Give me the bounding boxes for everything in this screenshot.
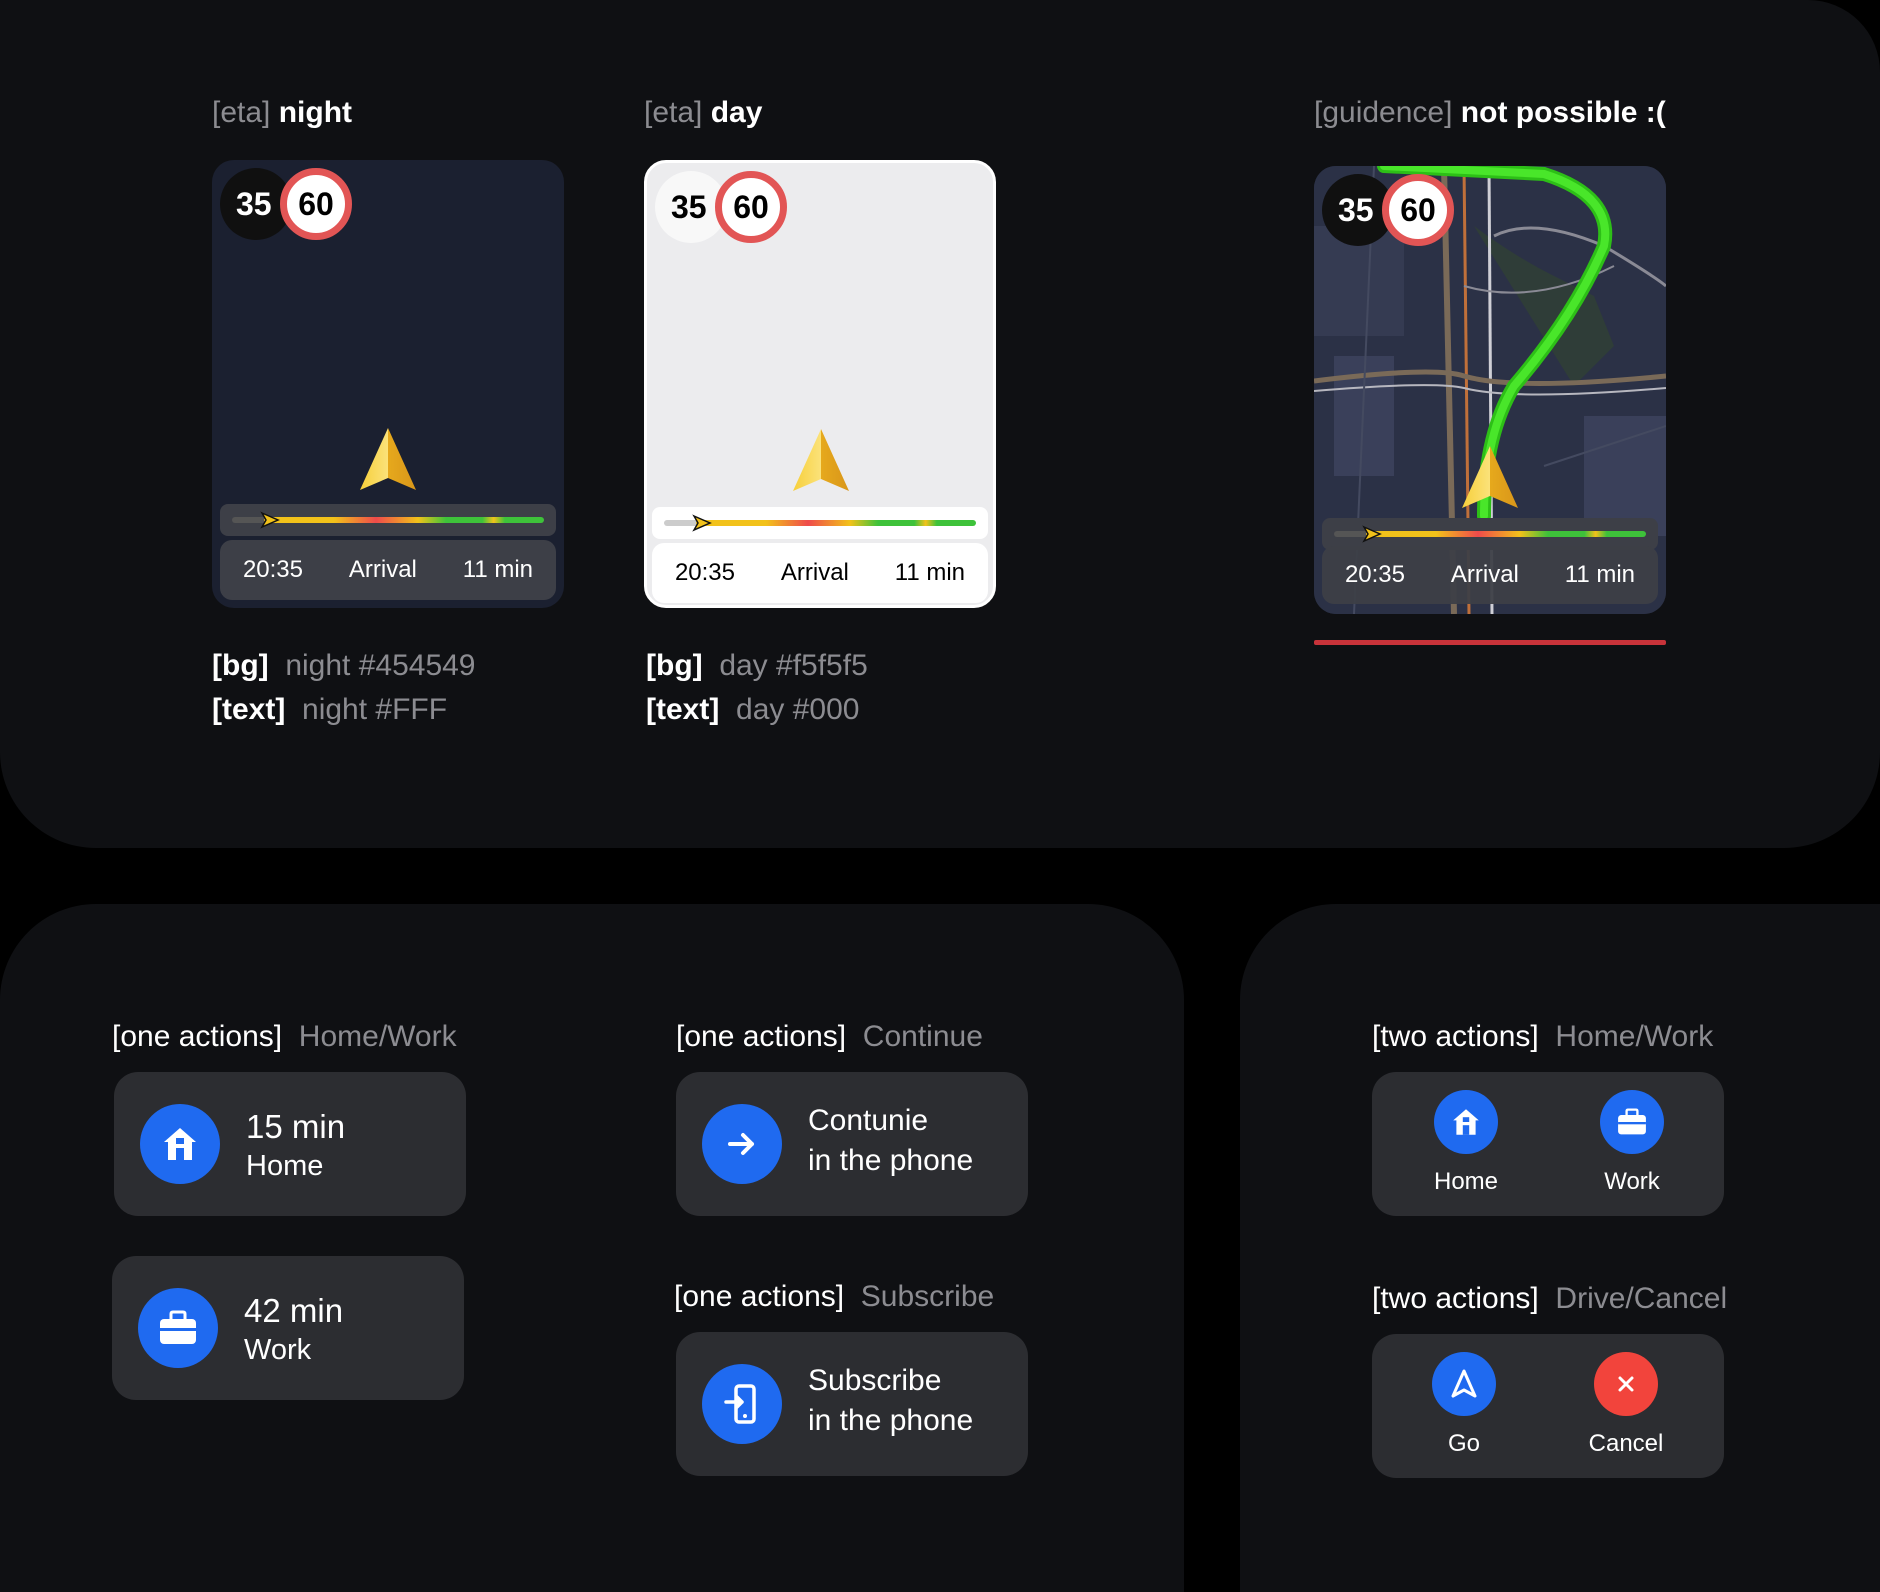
eta-day-card: 35 60 20:35 Arrival 11 min xyxy=(644,160,996,608)
guidance-caption: [guidence] not possible :( xyxy=(1314,96,1666,129)
car-marker-icon xyxy=(1362,525,1382,543)
one-actions-continue-caption: [one actions] Continue xyxy=(676,1020,983,1053)
close-icon xyxy=(1594,1352,1658,1416)
arrow-right-icon xyxy=(702,1104,782,1184)
one-actions-subscribe-caption: [one actions] Subscribe xyxy=(674,1280,995,1313)
speed-limit-sign: 60 xyxy=(1382,174,1454,246)
eta-day-spec: [bg] day #f5f5f5 [text] day #000 xyxy=(646,649,868,726)
briefcase-icon xyxy=(138,1288,218,1368)
eta-bar: 20:35 Arrival 11 min xyxy=(1322,546,1658,604)
cancel-button[interactable]: Cancel xyxy=(1566,1352,1686,1462)
trip-duration: 11 min xyxy=(1564,561,1636,588)
guidance-map-card: 35 60 20:35 Arrival 11 min xyxy=(1314,166,1666,614)
eta-bar: 20:35 Arrival 11 min xyxy=(220,540,556,600)
eta-night-card: 35 60 20:35 Arrival 11 min xyxy=(212,160,564,608)
work-button-label: Work xyxy=(1604,1168,1660,1195)
home-action-card[interactable]: 15 min Home xyxy=(114,1072,466,1216)
car-marker-icon xyxy=(692,514,712,532)
two-actions-home-work-caption: [two actions] Home/Work xyxy=(1372,1020,1714,1053)
go-button[interactable]: Go xyxy=(1404,1352,1524,1462)
arrival-label: Arrival xyxy=(1450,561,1519,588)
eta-night-caption: [eta] night xyxy=(212,96,353,129)
home-icon xyxy=(140,1104,220,1184)
briefcase-icon xyxy=(1600,1090,1664,1154)
two-actions-panel xyxy=(1240,904,1880,1592)
one-actions-home-work-caption: [one actions] Home/Work xyxy=(112,1020,457,1053)
trip-duration: 11 min xyxy=(894,559,966,586)
arrival-label: Arrival xyxy=(780,559,849,586)
navigation-arrow-icon xyxy=(1432,1352,1496,1416)
two-actions-drive-cancel-card: Go Cancel xyxy=(1372,1334,1724,1478)
home-button[interactable]: Home xyxy=(1406,1090,1526,1200)
trip-duration: 11 min xyxy=(462,556,534,583)
car-marker-icon xyxy=(260,511,280,529)
work-label: Work xyxy=(244,1334,312,1366)
arrival-label: Arrival xyxy=(348,556,417,583)
arrival-time: 20:35 xyxy=(674,559,735,586)
speed-limit-sign: 60 xyxy=(715,171,787,243)
subscribe-line2: in the phone xyxy=(808,1404,974,1437)
home-icon xyxy=(1434,1090,1498,1154)
continue-in-phone-card[interactable]: Contunie in the phone xyxy=(676,1072,1028,1216)
continue-line2: in the phone xyxy=(808,1144,974,1177)
not-possible-indicator-line xyxy=(1314,640,1666,645)
navigation-arrow-icon xyxy=(1462,446,1518,508)
eta-day-caption: [eta] day xyxy=(644,96,763,129)
home-label: Home xyxy=(246,1150,324,1182)
speed-indicator: 35 60 xyxy=(220,168,356,240)
arrival-time: 20:35 xyxy=(242,556,303,583)
home-eta: 15 min xyxy=(246,1108,346,1145)
one-actions-panel xyxy=(0,904,1184,1592)
eta-night-spec: [bg] night #454549 [text] night #FFF xyxy=(212,649,476,726)
go-button-label: Go xyxy=(1447,1430,1480,1457)
work-button[interactable]: Work xyxy=(1572,1090,1692,1200)
subscribe-line1: Subscribe xyxy=(808,1364,942,1397)
route-progress-bar xyxy=(220,504,556,536)
work-eta: 42 min xyxy=(244,1292,344,1329)
home-button-label: Home xyxy=(1433,1168,1499,1195)
speed-indicator: 35 60 xyxy=(1322,174,1458,246)
route-progress-bar xyxy=(652,507,988,539)
phone-login-icon xyxy=(702,1364,782,1444)
two-actions-home-work-card: Home Work xyxy=(1372,1072,1724,1216)
work-action-card[interactable]: 42 min Work xyxy=(112,1256,464,1400)
navigation-arrow-icon xyxy=(360,428,416,490)
speed-limit-sign: 60 xyxy=(280,168,352,240)
two-actions-drive-cancel-caption: [two actions] Drive/Cancel xyxy=(1372,1282,1728,1315)
eta-bar: 20:35 Arrival 11 min xyxy=(652,543,988,603)
navigation-arrow-icon xyxy=(793,429,849,491)
speed-indicator: 35 60 xyxy=(655,171,791,243)
arrival-time: 20:35 xyxy=(1344,561,1405,588)
cancel-button-label: Cancel xyxy=(1588,1430,1664,1457)
continue-line1: Contunie xyxy=(808,1104,929,1137)
subscribe-in-phone-card[interactable]: Subscribe in the phone xyxy=(676,1332,1028,1476)
